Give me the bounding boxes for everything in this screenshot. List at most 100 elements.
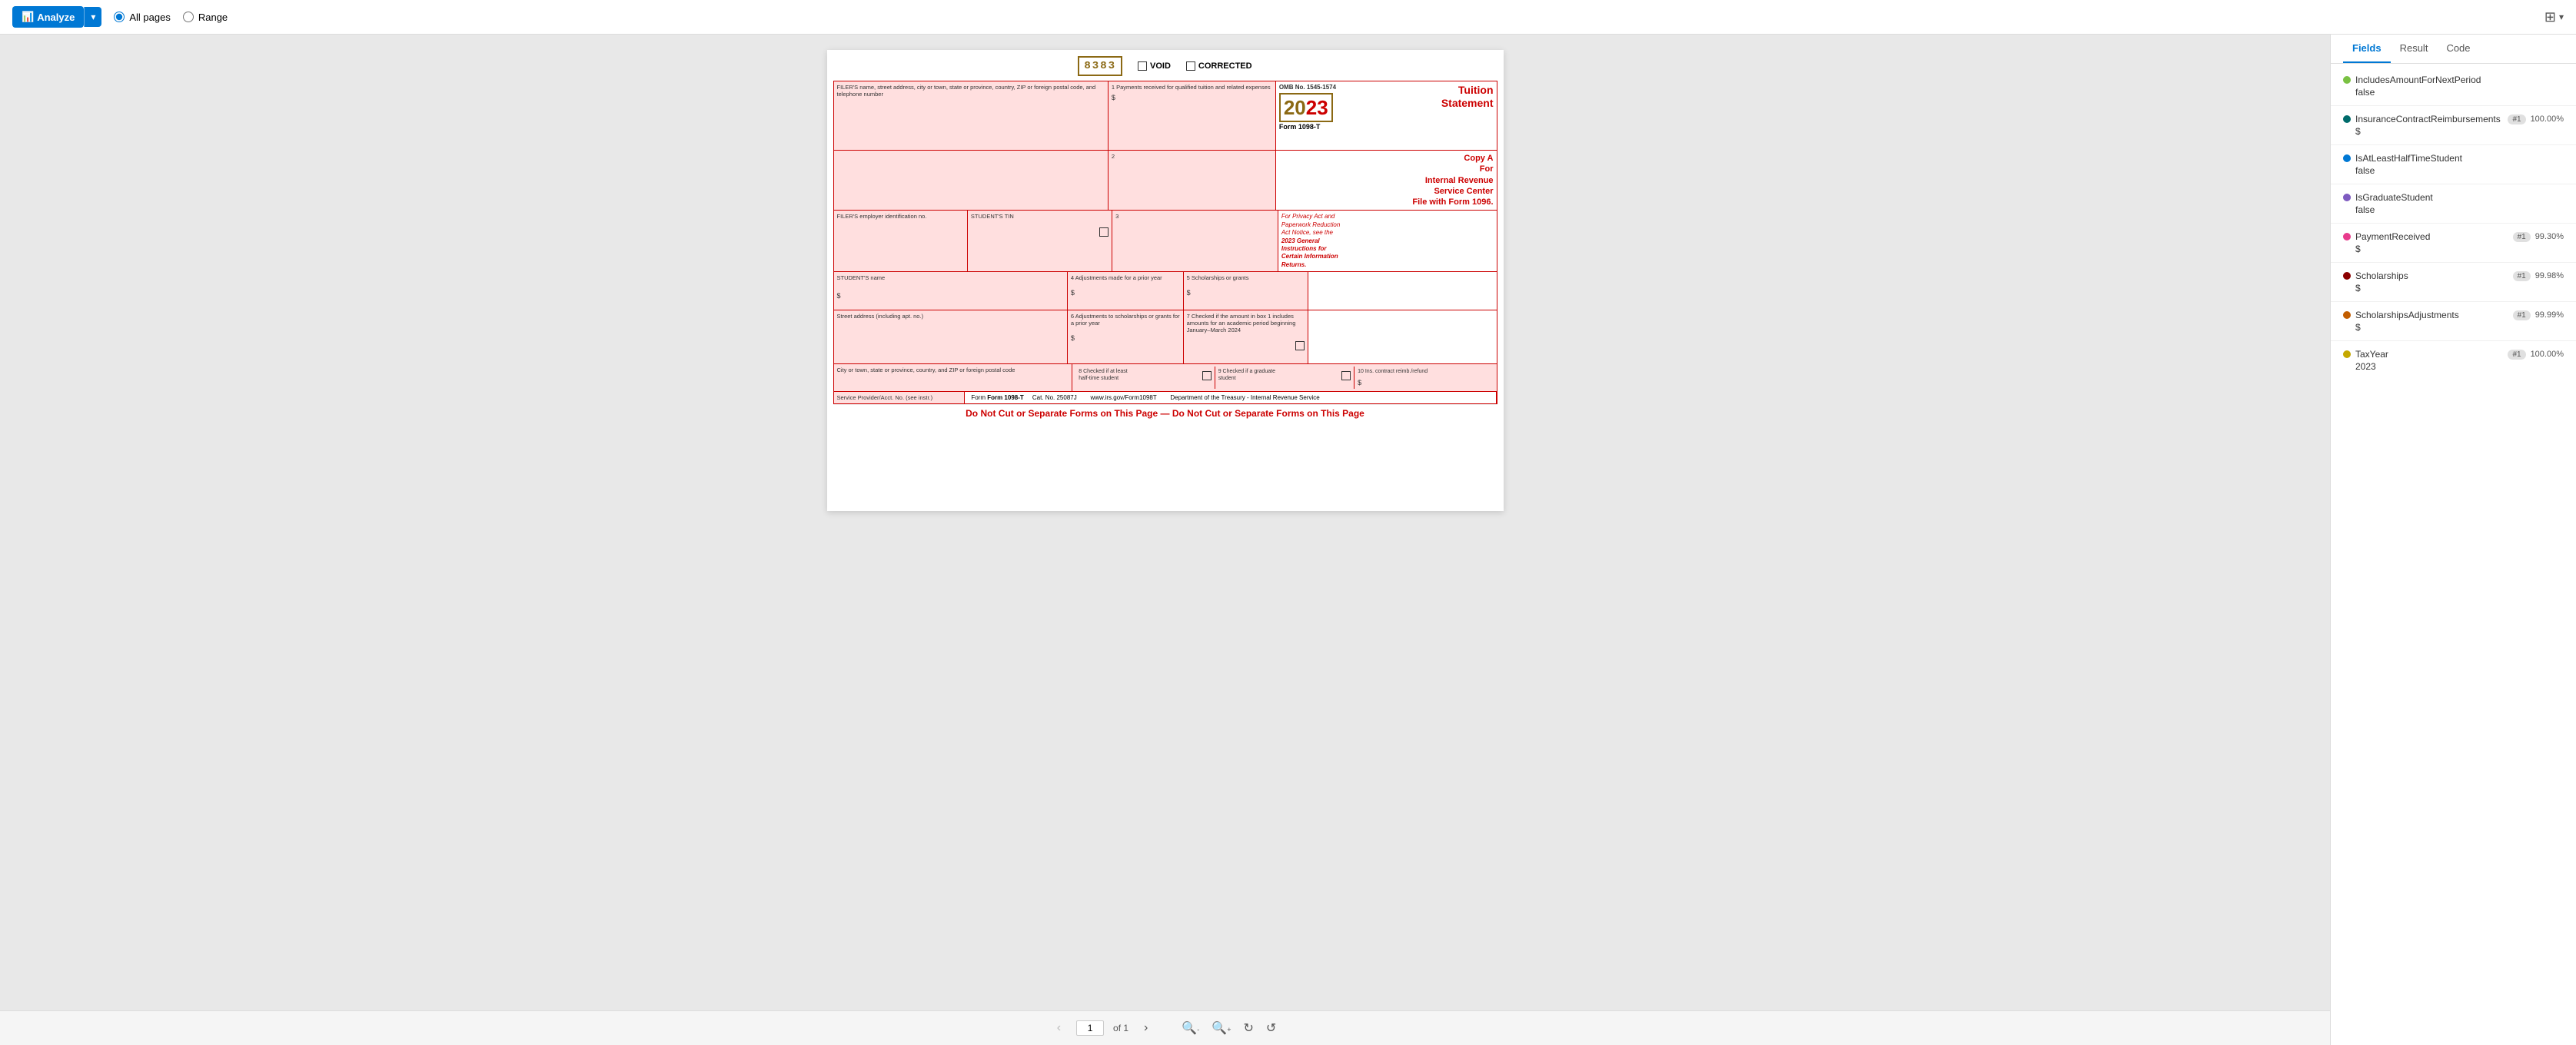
field-divider-0	[2331, 105, 2576, 106]
analyze-chart-icon: 📊	[22, 11, 34, 23]
form-row-1: FILER'S name, street address, city or to…	[834, 81, 1497, 151]
zoom-out-button[interactable]: 🔍-	[1178, 1017, 1202, 1039]
field-dot-4	[2343, 233, 2351, 241]
field-dot-6	[2343, 311, 2351, 319]
form-row-3: FILER'S employer identification no. STUD…	[834, 211, 1497, 272]
service-provider-label: Service Provider/Acct. No. (see instr.)	[837, 394, 962, 401]
box7-cell: 7 Checked if the amount in box 1 include…	[1184, 310, 1309, 363]
field-item-taxyear[interactable]: TaxYear#1100.00%2023	[2331, 344, 2576, 377]
field-item-isatleasthalftimestudent[interactable]: IsAtLeastHalfTimeStudentfalse	[2331, 148, 2576, 181]
field-item-scholarshipsadjustments[interactable]: ScholarshipsAdjustments#199.99%$	[2331, 305, 2576, 337]
box6-label: 6 Adjustments to scholarships or grants …	[1071, 313, 1180, 327]
field-name-4: PaymentReceived	[2355, 231, 2508, 242]
ein-cell: FILER'S employer identification no.	[834, 211, 968, 271]
barcode-box: 8383	[1078, 56, 1122, 76]
box9-area: 9 Checked if a graduatestudent	[1215, 367, 1354, 388]
omb-year-cell: OMB No. 1545-1574 2023 Form 1098-T	[1276, 81, 1497, 150]
field-badge-5: #1	[2513, 271, 2531, 281]
all-pages-radio[interactable]	[114, 12, 125, 22]
analyze-label: Analyze	[37, 12, 75, 23]
layers-button[interactable]: ⊞ ▾	[2544, 9, 2564, 25]
footer-form-label: Form Form 1098-T Cat. No. 25087J www.irs…	[971, 394, 1319, 401]
do-not-cut-text: Do Not Cut or Separate Forms on This Pag…	[833, 404, 1497, 422]
prev-page-button[interactable]: ‹	[1051, 1018, 1067, 1038]
form-row-2: 2 Copy AForInternal RevenueService Cente…	[834, 151, 1497, 211]
street-cell: Street address (including apt. no.)	[834, 310, 1068, 363]
field-item-insurancecontractreimbursements[interactable]: InsuranceContractReimbursements #1 100.00%…	[2331, 109, 2576, 141]
ein-label: FILER'S employer identification no.	[837, 213, 964, 220]
void-box: VOID	[1138, 61, 1171, 71]
field-confidence-1: 100.00%	[2531, 114, 2564, 124]
filer-name-cell: FILER'S name, street address, city or to…	[834, 81, 1109, 150]
field-badge-4: #1	[2513, 232, 2531, 242]
copy-text: Copy AForInternal RevenueService CenterF…	[1279, 153, 1494, 207]
field-header-3: IsGraduateStudent	[2343, 192, 2564, 203]
analyze-dropdown-button[interactable]: ▾	[84, 7, 101, 27]
tab-result[interactable]: Result	[2391, 35, 2438, 63]
form-container: 8383 VOID CORRECTED	[827, 50, 1504, 428]
box1-dollar: $	[1112, 94, 1115, 101]
box2-label: 2	[1112, 153, 1272, 160]
all-pages-option[interactable]: All pages	[114, 12, 170, 23]
field-item-paymentreceived[interactable]: PaymentReceived#199.30%$	[2331, 227, 2576, 259]
field-header-5: Scholarships#199.98%	[2343, 270, 2564, 281]
field-dot-5	[2343, 272, 2351, 280]
box9-checkbox[interactable]	[1341, 371, 1351, 380]
copy-instructions-cont	[1308, 272, 1496, 310]
filer-name-label: FILER'S name, street address, city or to…	[837, 84, 1105, 98]
form-header: 8383 VOID CORRECTED	[833, 56, 1497, 76]
layers-chevron-icon: ▾	[2559, 12, 2564, 22]
field-item-includesamountfornextperiod[interactable]: IncludesAmountForNextPeriodfalse	[2331, 70, 2576, 102]
analyze-button[interactable]: 📊 Analyze	[12, 6, 84, 28]
reset-zoom-button[interactable]: ↺	[1263, 1017, 1279, 1039]
field-badge-1: #1	[2508, 114, 2525, 124]
box8-area: 8 Checked if at leasthalf-time student	[1075, 367, 1215, 388]
field-name-3: IsGraduateStudent	[2355, 192, 2564, 203]
field-name-6: ScholarshipsAdjustments	[2355, 310, 2508, 320]
year-display: 2023	[1279, 93, 1333, 122]
tin-checkbox[interactable]	[1099, 227, 1109, 237]
box7-checkbox[interactable]	[1295, 341, 1305, 350]
corrected-checkbox[interactable]	[1186, 61, 1195, 71]
range-radio[interactable]	[183, 12, 194, 22]
field-value-7: 2023	[2355, 361, 2564, 372]
field-name-1: InsuranceContractReimbursements	[2355, 114, 2503, 124]
field-value-3: false	[2355, 204, 2564, 215]
field-dot-2	[2343, 154, 2351, 162]
field-name-2: IsAtLeastHalfTimeStudent	[2355, 153, 2564, 164]
field-dot-1	[2343, 115, 2351, 123]
field-item-isgraduatestudent[interactable]: IsGraduateStudentfalse	[2331, 187, 2576, 220]
layers-icon: ⊞	[2544, 9, 2556, 25]
field-header-7: TaxYear#1100.00%	[2343, 349, 2564, 360]
rotate-button[interactable]: ↻	[1240, 1017, 1256, 1039]
document-page: 8383 VOID CORRECTED	[827, 50, 1504, 511]
field-divider-5	[2331, 301, 2576, 302]
next-page-button[interactable]: ›	[1138, 1018, 1154, 1038]
city-cell: City or town, state or province, country…	[834, 364, 1073, 390]
corrected-box: CORRECTED	[1186, 61, 1252, 71]
field-confidence-7: 100.00%	[2531, 350, 2564, 359]
zoom-in-button[interactable]: 🔍+	[1208, 1017, 1234, 1039]
field-divider-1	[2331, 144, 2576, 145]
field-confidence-4: 99.30%	[2535, 232, 2564, 241]
field-header-0: IncludesAmountForNextPeriod	[2343, 75, 2564, 85]
field-item-scholarships[interactable]: Scholarships#199.98%$	[2331, 266, 2576, 298]
field-header-1: InsuranceContractReimbursements #1 100.00%	[2343, 114, 2564, 124]
document-panel: 8383 VOID CORRECTED	[0, 35, 2330, 1045]
box8-checkbox[interactable]	[1202, 371, 1212, 380]
field-dot-0	[2343, 76, 2351, 84]
page-of-label: of 1	[1113, 1023, 1128, 1033]
page-selection-group: All pages Range	[114, 12, 228, 23]
right-blank-5	[1308, 310, 1496, 363]
tab-code[interactable]: Code	[2437, 35, 2479, 63]
field-header-2: IsAtLeastHalfTimeStudent	[2343, 153, 2564, 164]
tab-fields[interactable]: Fields	[2343, 35, 2391, 63]
document-scroll[interactable]: 8383 VOID CORRECTED	[0, 35, 2330, 1010]
field-confidence-6: 99.99%	[2535, 310, 2564, 320]
box6-cell: 6 Adjustments to scholarships or grants …	[1068, 310, 1184, 363]
range-option[interactable]: Range	[183, 12, 228, 23]
void-checkbox[interactable]	[1138, 61, 1147, 71]
field-value-2: false	[2355, 165, 2564, 176]
page-number-input[interactable]	[1076, 1020, 1104, 1036]
fields-tabs: Fields Result Code	[2331, 35, 2576, 64]
